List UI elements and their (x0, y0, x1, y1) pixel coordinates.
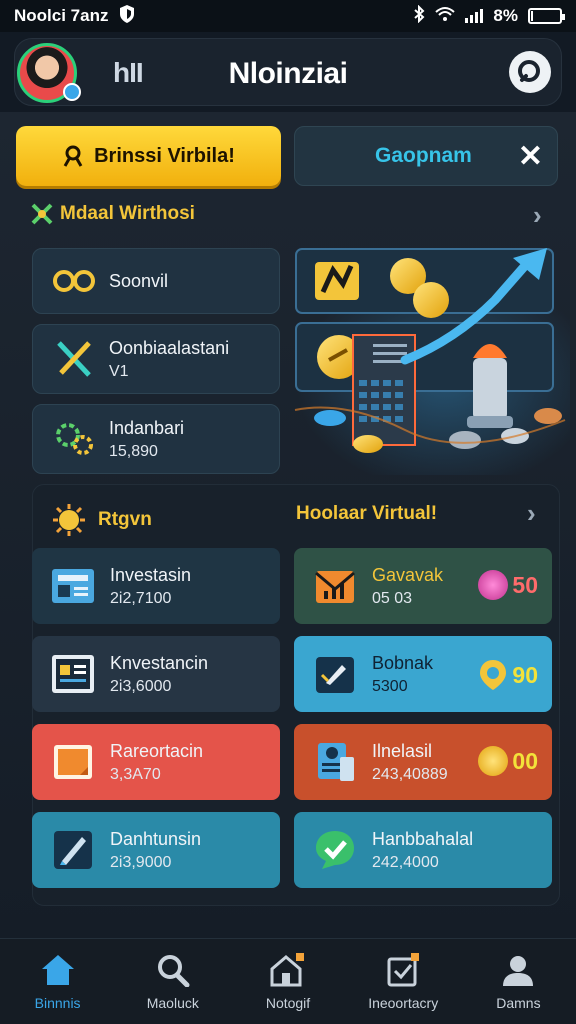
section-title-2: Rtgvn (98, 509, 152, 530)
section-header-2: Rtgvn (52, 503, 152, 537)
tile-card[interactable]: Knvestancin 2i3,6000 (32, 636, 280, 712)
tile-sub: 05 03 (372, 589, 413, 607)
primary-action-label: Brinssi Virbila! (94, 144, 235, 167)
tile-label: Ilnelasil (372, 740, 433, 761)
tile-sub: 243,40889 (372, 765, 448, 783)
nav-item-notifications[interactable]: Notogif (230, 939, 345, 1024)
signal-icon (465, 9, 484, 23)
battery-percent: 8% (493, 6, 518, 25)
tile-value-text: 00 (512, 747, 538, 774)
list-item[interactable]: Oonbiaalastani V1 (32, 324, 280, 394)
tile-label: Bobnak (372, 652, 434, 673)
tile-label: Danhtunsin (110, 828, 202, 849)
list-item[interactable]: Indanbari 15,890 (32, 404, 280, 474)
search-icon (518, 60, 540, 82)
tile-card[interactable]: Gavavak 05 03 50 (294, 548, 552, 624)
chevron-right-icon[interactable]: › (533, 200, 542, 231)
card-sub: 15,890 (109, 442, 158, 460)
tile-sub: 2i3,6000 (110, 677, 172, 695)
chevron-right-icon[interactable]: › (527, 498, 536, 529)
card-label: Oonbiaalastani (109, 337, 230, 358)
sun-icon (53, 504, 85, 536)
tile-value: 50 (478, 570, 538, 600)
nav-item-profile[interactable]: Damns (461, 939, 576, 1024)
gem-coin-icon (478, 570, 509, 600)
tile-value: 90 (478, 658, 538, 692)
secondary-action-button[interactable]: Gaopnam ✕ (294, 126, 558, 186)
section-title-2-right: Hoolaar Virtual! (296, 503, 438, 524)
growth-illustration (294, 248, 570, 475)
tile-sub: 242,4000 (372, 853, 439, 871)
tile-value-text: 90 (512, 661, 538, 688)
battery-fill (531, 11, 533, 21)
gears-icon (56, 423, 93, 455)
tile-value: 00 (478, 746, 538, 776)
tile-label: Knvestancin (110, 652, 209, 673)
check-chat-icon (316, 831, 354, 869)
secondary-action-label: Gaopnam (375, 144, 472, 167)
section-title-1: Mdaal Wirthosi (60, 203, 195, 224)
coin-icon (478, 746, 509, 776)
close-icon[interactable]: ✕ (518, 139, 543, 174)
tile-card[interactable]: Rareortacin 3,3A70 (32, 724, 280, 800)
tile-sub: 5300 (372, 677, 408, 695)
location-coin-icon (480, 660, 507, 690)
status-time: Noolci 7anz (14, 6, 109, 25)
wifi-icon (435, 6, 456, 27)
search-icon (157, 955, 190, 987)
list-item[interactable]: Soonvil (32, 248, 280, 314)
tile-card[interactable]: Investasin 2i2,7100 (32, 548, 280, 624)
pen-icon (54, 831, 92, 869)
section-header-1: Mdaal Wirthosi (30, 202, 195, 226)
tile-label: Investasin (110, 564, 192, 585)
nav-item-home[interactable]: Binnnis (0, 939, 115, 1024)
server-icon (318, 743, 354, 781)
tile-card[interactable]: Ilnelasil 243,40889 00 (294, 724, 552, 800)
tile-value-text: 50 (512, 571, 538, 598)
tile-label: Rareortacin (110, 740, 204, 761)
nav-label: Notogif (265, 995, 311, 1011)
profile-icon (503, 956, 534, 986)
tile-label: Gavavak (372, 564, 444, 585)
note-icon (54, 745, 92, 779)
nav-label: Damns (496, 995, 541, 1011)
primary-action-button[interactable]: Brinssi Virbila! (16, 126, 281, 186)
edit-icon (316, 657, 354, 693)
tile-card[interactable]: Danhtunsin 2i3,9000 (32, 812, 280, 888)
report-icon (52, 655, 94, 693)
card-sub: V1 (109, 362, 129, 380)
page-title: Nloinziai (228, 57, 348, 90)
nav-label: Maoluck (146, 995, 199, 1011)
document-icon (52, 569, 94, 603)
user-icon (63, 145, 83, 167)
tile-sub: 2i3,9000 (110, 853, 172, 871)
home-icon (41, 955, 74, 985)
card-label: Indanbari (109, 417, 185, 438)
battery-icon (528, 8, 565, 24)
status-bar: Noolci 7anz 8% (0, 0, 576, 32)
tile-card[interactable]: Bobnak 5300 90 (294, 636, 552, 712)
crossed-tools-icon (31, 203, 53, 225)
nav-item-search[interactable]: Maoluck (115, 939, 230, 1024)
tile-label: Hanbbahalal (372, 828, 474, 849)
binoculars-icon (53, 270, 95, 292)
clipboard-icon (387, 953, 420, 987)
card-label: Soonvil (109, 270, 169, 291)
mail-chart-icon (315, 571, 355, 603)
nav-label: Binnnis (34, 995, 81, 1011)
bluetooth-icon (413, 4, 425, 28)
search-button[interactable] (509, 51, 551, 93)
tools-icon (57, 341, 91, 377)
bottom-nav: Binnnis Maoluck Notogif Ineoortacry Damn… (0, 938, 576, 1024)
shield-icon (118, 4, 136, 29)
house-badge-icon (270, 953, 304, 987)
tile-card[interactable]: Hanbbahalal 242,4000 (294, 812, 552, 888)
nav-item-inventory[interactable]: Ineoortacry (346, 939, 461, 1024)
tile-sub: 2i2,7100 (110, 589, 172, 607)
nav-label: Ineoortacry (368, 995, 439, 1011)
tile-sub: 3,3A70 (110, 765, 161, 783)
app-header: hII Nloinziai (14, 38, 562, 106)
